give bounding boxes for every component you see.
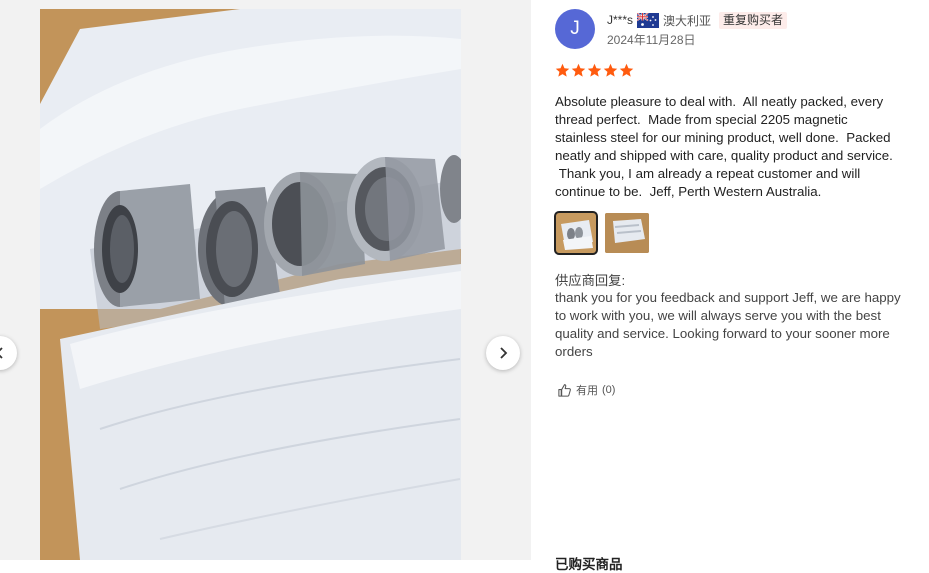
supplier-reply-text: thank you for you feedback and support J… xyxy=(555,290,901,359)
star-rating xyxy=(555,63,634,78)
chevron-left-icon xyxy=(0,347,3,359)
helpful-button[interactable]: 有用 (0) xyxy=(557,382,615,398)
reviewer-info: J***s 澳大利亚 重复购买者 xyxy=(607,11,788,29)
review-card: J J***s 澳大利亚 重复购买者 2024年11月28日 Absolute … xyxy=(554,0,929,572)
star-icon xyxy=(571,63,586,77)
avatar: J xyxy=(555,9,595,49)
review-date: 2024年11月28日 xyxy=(607,33,696,47)
review-photo-image xyxy=(40,9,461,560)
star-icon xyxy=(603,63,618,77)
gallery-prev-button[interactable] xyxy=(0,336,17,370)
thumbnail-image xyxy=(555,212,597,254)
star-icon xyxy=(619,63,634,77)
review-thumbnails xyxy=(554,211,649,255)
review-thumbnail-2[interactable] xyxy=(605,213,649,253)
helpful-label: 有用 xyxy=(576,385,598,397)
helpful-count: (0) xyxy=(602,384,616,396)
gallery-next-button[interactable] xyxy=(486,336,520,370)
star-icon xyxy=(555,63,570,77)
purchased-item-heading: 已购买商品 xyxy=(555,557,623,572)
review-image-gallery xyxy=(0,0,531,560)
star-icon xyxy=(587,63,602,77)
chevron-right-icon xyxy=(500,347,508,359)
repeat-buyer-badge: 重复购买者 xyxy=(719,11,788,29)
thumbs-up-icon xyxy=(558,383,571,397)
reviewer-name: J***s xyxy=(607,13,634,27)
supplier-reply-label: 供应商回复: xyxy=(555,273,626,288)
reviewer-country: 澳大利亚 xyxy=(663,13,712,28)
australia-flag-icon xyxy=(637,12,660,28)
review-thumbnail-1[interactable] xyxy=(554,211,598,255)
review-photo-main[interactable] xyxy=(40,9,461,560)
review-text: Absolute pleasure to deal with. All neat… xyxy=(555,94,893,199)
thumbnail-image xyxy=(605,213,649,253)
